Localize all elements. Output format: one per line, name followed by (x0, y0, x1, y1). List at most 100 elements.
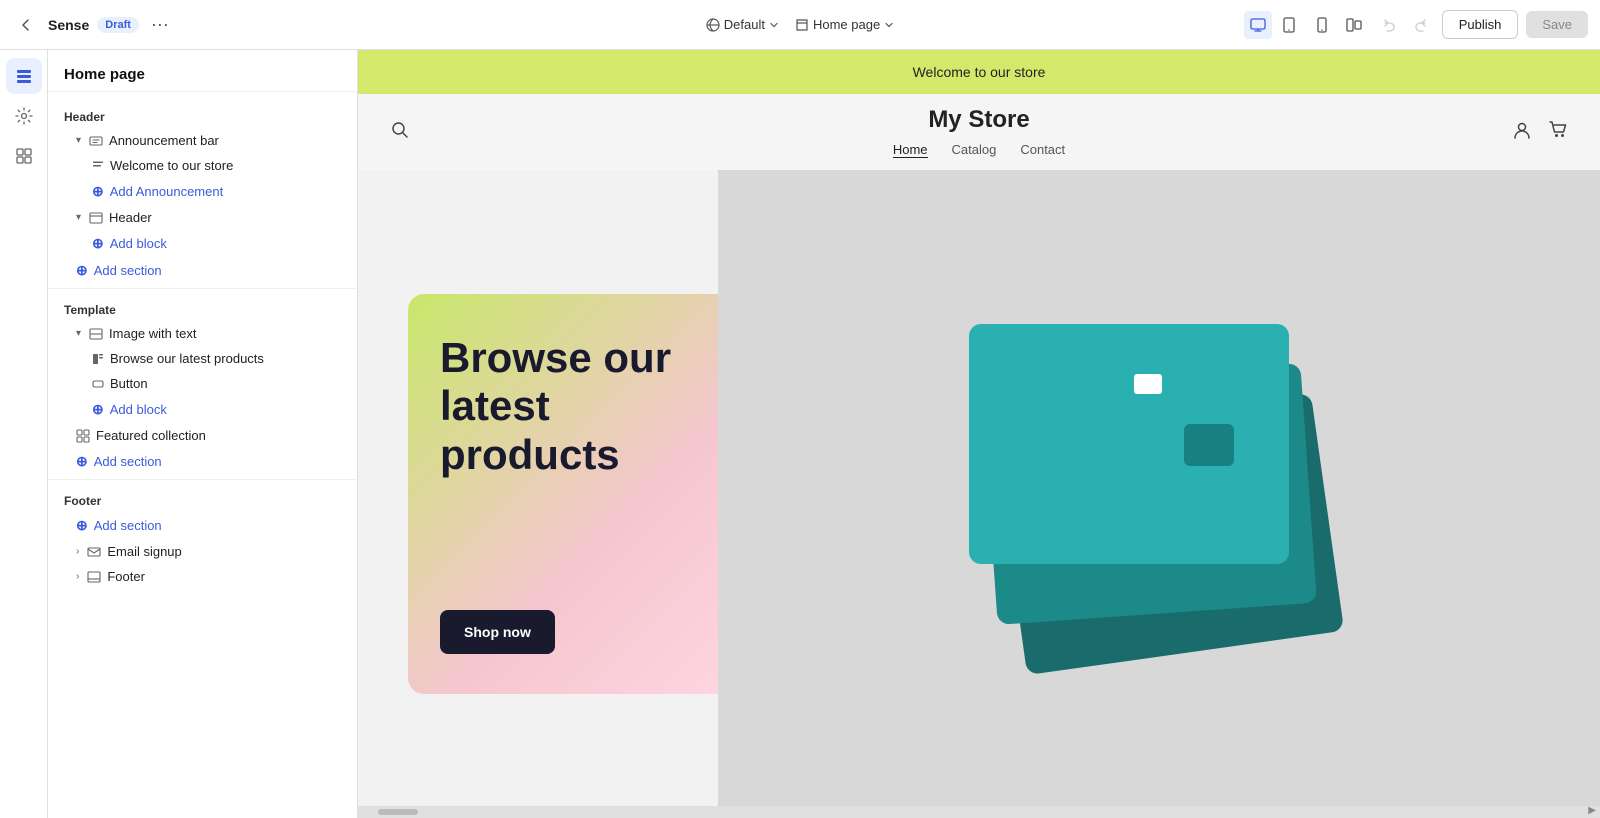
add-icon: ⊕ (76, 517, 88, 534)
add-icon: ⊕ (76, 262, 88, 279)
hscroll-thumb (378, 809, 418, 815)
hero-title: Browse our latest products (440, 334, 716, 479)
add-section-label-3: Add section (94, 518, 162, 533)
add-section-label-1: Add section (94, 263, 162, 278)
header-icon (89, 211, 103, 225)
tree-item-browse-text[interactable]: Browse our latest products (48, 346, 357, 371)
cart-icon[interactable] (1548, 120, 1568, 145)
sidebar-icon-grid[interactable] (6, 138, 42, 174)
image-text-icon (89, 327, 103, 341)
back-button[interactable] (12, 11, 40, 39)
tree-item-button[interactable]: Button (48, 371, 357, 396)
search-icon[interactable] (390, 120, 410, 145)
mobile-view-button[interactable] (1308, 11, 1336, 39)
add-block-label-1: Add block (110, 236, 167, 251)
tree-item-add-block-1[interactable]: ⊕ Add block (48, 230, 357, 257)
canvas-hscroll[interactable]: ▶ (358, 806, 1600, 818)
split-view-button[interactable] (1340, 11, 1368, 39)
button-label: Button (110, 376, 148, 391)
tree-item-welcome[interactable]: Welcome to our store (48, 153, 357, 178)
welcome-text-label: Welcome to our store (110, 158, 233, 173)
nav-right (1274, 120, 1569, 145)
nav-link-catalog[interactable]: Catalog (952, 142, 997, 158)
chevron-icon: ▾ (76, 135, 81, 146)
undo-redo (1376, 11, 1434, 39)
separator-1 (48, 288, 357, 289)
tree-item-add-section-3[interactable]: ⊕ Add section (48, 512, 357, 539)
tree-item-add-announcement[interactable]: ⊕ Add Announcement (48, 178, 357, 205)
tree-item-featured-collection[interactable]: Featured collection (48, 423, 357, 448)
publish-button[interactable]: Publish (1442, 10, 1519, 39)
tshirt-layer-top (969, 324, 1289, 564)
tree-item-add-block-2[interactable]: ⊕ Add block (48, 396, 357, 423)
left-panel: Home page Header ▾ Announcement bar Welc… (48, 50, 358, 818)
page-selector[interactable]: Home page (795, 17, 894, 32)
panel-title: Home page (48, 50, 357, 92)
more-button[interactable]: ··· (147, 10, 173, 39)
canvas: Welcome to our store My Store Home Catal… (358, 50, 1600, 818)
chevron-icon: › (76, 571, 79, 582)
viewport-selector[interactable]: Default (706, 17, 779, 32)
store-preview: Welcome to our store My Store Home Catal… (358, 50, 1600, 818)
footer-item-label: Footer (107, 569, 145, 584)
text-icon (92, 160, 104, 172)
header-label: Header (109, 210, 152, 225)
tree-item-announcement-bar[interactable]: ▾ Announcement bar (48, 128, 357, 153)
sidebar-icon-layers[interactable] (6, 58, 42, 94)
tree-item-footer[interactable]: › Footer (48, 564, 357, 589)
tree-item-add-section-2[interactable]: ⊕ Add section (48, 448, 357, 475)
tree-item-image-with-text[interactable]: ▾ Image with text (48, 321, 357, 346)
store-nav: My Store Home Catalog Contact (358, 94, 1600, 170)
email-icon (87, 545, 101, 559)
footer-icon (87, 570, 101, 584)
add-icon: ⊕ (92, 401, 104, 418)
account-icon[interactable] (1512, 120, 1532, 145)
announcement-bar-preview: Welcome to our store (358, 50, 1600, 94)
desktop-view-button[interactable] (1244, 11, 1272, 39)
section-label-template: Template (48, 293, 357, 321)
topbar-center: Default Home page (540, 17, 1060, 32)
tree-item-email-signup[interactable]: › Email signup (48, 539, 357, 564)
sidebar-icon-settings[interactable] (6, 98, 42, 134)
shop-now-button[interactable]: Shop now (440, 610, 555, 654)
nav-link-contact[interactable]: Contact (1020, 142, 1065, 158)
redo-button[interactable] (1406, 11, 1434, 39)
section-label-footer: Footer (48, 484, 357, 512)
browse-text-label: Browse our latest products (110, 351, 264, 366)
tree-item-add-section-1[interactable]: ⊕ Add section (48, 257, 357, 284)
undo-button[interactable] (1376, 11, 1404, 39)
nav-link-home[interactable]: Home (893, 142, 928, 158)
topbar: Sense Draft ··· Default Home page (0, 0, 1600, 50)
announcement-bar-label: Announcement bar (109, 133, 219, 148)
panel-scroll: Header ▾ Announcement bar Welcome to our… (48, 92, 357, 818)
hero-title-text: Browse our latest products (440, 334, 671, 478)
hero-section: Browse our latest products Shop now (358, 170, 1600, 818)
icon-sidebar (0, 50, 48, 818)
viewport-label: Default (724, 17, 765, 32)
button-icon (92, 378, 104, 390)
featured-collection-icon (76, 429, 90, 443)
topbar-right: Publish Save (1068, 10, 1588, 39)
add-icon: ⊕ (92, 235, 104, 252)
announcement-text: Welcome to our store (913, 64, 1046, 80)
tablet-view-button[interactable] (1276, 11, 1304, 39)
viewport-icons (1244, 11, 1368, 39)
nav-left (390, 120, 685, 145)
topbar-left: Sense Draft ··· (12, 10, 532, 39)
chevron-icon: ▾ (76, 328, 81, 339)
separator-2 (48, 479, 357, 480)
tshirt-label (1134, 374, 1162, 394)
save-button[interactable]: Save (1526, 11, 1588, 38)
chevron-icon: ▾ (76, 212, 81, 223)
add-block-label-2: Add block (110, 402, 167, 417)
store-name: My Store (928, 106, 1029, 134)
featured-collection-label: Featured collection (96, 428, 206, 443)
tshirt-pocket (1184, 424, 1234, 466)
tree-item-header[interactable]: ▾ Header (48, 205, 357, 230)
email-signup-label: Email signup (107, 544, 181, 559)
draft-badge: Draft (97, 17, 139, 33)
hscroll-right-arrow[interactable]: ▶ (1588, 805, 1596, 816)
text-block-icon (92, 353, 104, 365)
chevron-icon: › (76, 546, 79, 557)
add-section-label-2: Add section (94, 454, 162, 469)
